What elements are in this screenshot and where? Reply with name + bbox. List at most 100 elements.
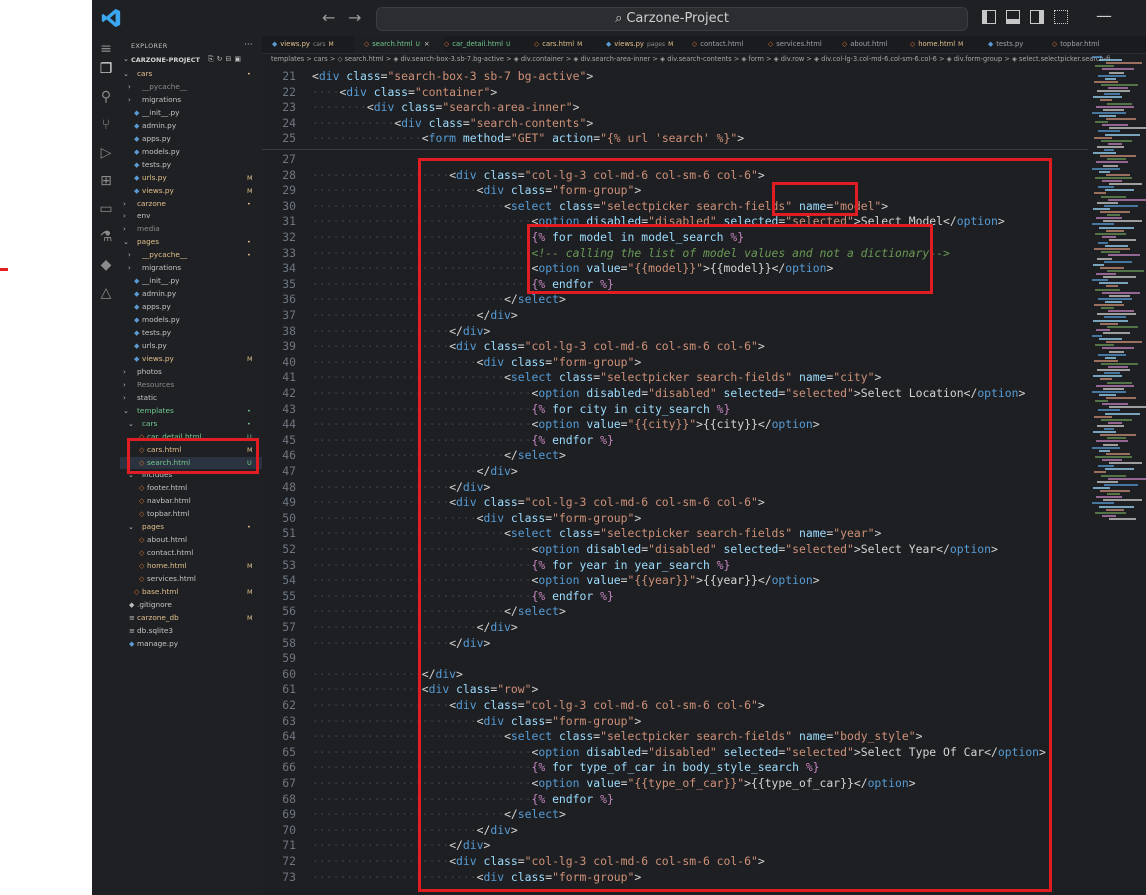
file-item[interactable]: ◆ apps.py: [120, 301, 262, 313]
file-item[interactable]: ◆ models.py: [120, 146, 262, 158]
minimap-stroke: [1100, 266, 1124, 269]
tree-item-label: apps.py: [142, 133, 171, 143]
files-icon[interactable]: ❐: [97, 60, 115, 78]
file-item[interactable]: ≡ db.sqlite3: [120, 625, 262, 637]
remote-explorer-icon[interactable]: ▭: [97, 200, 115, 218]
run-debug-icon[interactable]: ▷: [97, 144, 115, 162]
folder-item[interactable]: › Resources: [120, 379, 262, 391]
folder-item[interactable]: › __pycache__ •: [120, 249, 262, 261]
testing-icon[interactable]: ⚗: [97, 228, 115, 246]
back-arrow-icon[interactable]: ←: [322, 8, 335, 27]
tab-views-py[interactable]: ◆ views.py cars M: [262, 36, 364, 53]
customize-layout-icon[interactable]: [1054, 10, 1068, 24]
tab-home-html[interactable]: ◇ home.html M: [900, 36, 988, 53]
docker-icon[interactable]: ◆: [97, 256, 115, 274]
folder-item[interactable]: › carzone •: [120, 198, 262, 210]
command-center-search[interactable]: ⌕ Carzone-Project: [376, 7, 968, 31]
explorer-actions[interactable]: ⎘↻⊟▣: [208, 55, 244, 64]
file-item[interactable]: ◇ navbar.html: [120, 495, 262, 507]
folder-item[interactable]: ⌄ cars •: [120, 68, 262, 80]
annotation-mark: [0, 268, 8, 271]
file-item[interactable]: ◆ __init__.py: [120, 275, 262, 287]
close-tab-icon[interactable]: ×: [424, 40, 430, 48]
minimap-stroke: [1098, 297, 1132, 300]
tree-item-label: views.py: [142, 185, 174, 195]
file-item[interactable]: ◇ about.html: [120, 534, 262, 546]
tab-path-hint: pages: [646, 41, 666, 48]
folder-item[interactable]: › migrations: [120, 94, 262, 106]
minimap-stroke: [1106, 229, 1124, 232]
file-item[interactable]: ◇ services.html: [120, 573, 262, 585]
folder-item[interactable]: › migrations: [120, 262, 262, 274]
more-actions-icon[interactable]: ···: [244, 40, 253, 50]
tab-topbar-html[interactable]: ◇ topbar.html: [1042, 36, 1122, 53]
toggle-panel-icon[interactable]: [1006, 10, 1020, 24]
folder-item[interactable]: › env: [120, 210, 262, 222]
file-item[interactable]: ◇ home.html M: [120, 560, 262, 572]
minimap[interactable]: [1092, 56, 1146, 556]
file-item[interactable]: ◆ __init__.py: [120, 107, 262, 119]
toggle-primary-sidebar-icon[interactable]: [982, 10, 996, 24]
file-item[interactable]: ◆ .gitignore: [120, 599, 262, 611]
folder-item[interactable]: ⌄ pages •: [120, 521, 262, 533]
file-item[interactable]: ◆ models.py: [120, 314, 262, 326]
file-item[interactable]: ≡ carzone_db M: [120, 612, 262, 624]
file-item[interactable]: ◇ contact.html: [120, 547, 262, 559]
minimize-button[interactable]: —: [1096, 6, 1112, 25]
file-item[interactable]: ◇ footer.html: [120, 482, 262, 494]
folder-item[interactable]: › static: [120, 392, 262, 404]
file-item[interactable]: ◆ urls.py: [120, 340, 262, 352]
tab-car_detail-html[interactable]: ◇ car_detail.html U: [434, 36, 534, 53]
tab-services-html[interactable]: ◇ services.html: [758, 36, 842, 53]
tab-path-hint: cars: [312, 41, 326, 48]
file-item[interactable]: ◇ topbar.html: [120, 508, 262, 520]
tab-cars-html[interactable]: ◇ cars.html M: [524, 36, 606, 53]
minimap-stroke: [1101, 251, 1120, 254]
minimap-stroke: [1109, 517, 1136, 520]
tab-contact-html[interactable]: ◇ contact.html: [682, 36, 768, 53]
project-header[interactable]: ⌄ CARZONE-PROJECT ⎘↻⊟▣: [120, 55, 262, 66]
extensions-icon[interactable]: ⊞: [97, 172, 115, 190]
source-control-icon[interactable]: ⑂: [97, 116, 115, 134]
breadcrumb[interactable]: templates > cars > ◇ search.html > ◈ div…: [271, 55, 1110, 63]
line-number: 62: [282, 698, 296, 712]
tree-item-label: contact.html: [147, 548, 194, 558]
folder-item[interactable]: ⌄ templates •: [120, 405, 262, 417]
line-number: 45: [282, 432, 296, 447]
line-number: 54: [282, 573, 296, 588]
search-icon[interactable]: ⚲: [97, 88, 115, 106]
tree-item-label: tests.py: [142, 159, 172, 169]
git-status-badge: M: [247, 186, 253, 195]
file-item[interactable]: ◆ views.py M: [120, 185, 262, 197]
file-item[interactable]: ◆ apps.py: [120, 133, 262, 145]
folder-item[interactable]: › media: [120, 223, 262, 235]
tab-search-html[interactable]: ◇ search.html U ×: [354, 36, 444, 53]
forward-arrow-icon[interactable]: →: [348, 8, 361, 27]
azure-icon[interactable]: △: [97, 284, 115, 302]
file-item[interactable]: ◆ tests.py: [120, 159, 262, 171]
file-item[interactable]: ◆ views.py M: [120, 353, 262, 365]
html-file-icon: ◇: [139, 549, 145, 558]
line-number: 21: [282, 69, 296, 83]
file-item[interactable]: ◆ urls.py M: [120, 172, 262, 184]
html-file-icon: ◇: [139, 562, 145, 571]
folder-item[interactable]: › photos: [120, 366, 262, 378]
folder-item[interactable]: ⌄ pages •: [120, 236, 262, 248]
tab-views-py[interactable]: ◆ views.py pages M: [596, 36, 692, 53]
file-item[interactable]: ◆ manage.py: [120, 638, 262, 650]
file-item[interactable]: ◆ admin.py: [120, 120, 262, 132]
toggle-secondary-sidebar-icon[interactable]: [1030, 10, 1044, 24]
file-item[interactable]: ◇ base.html M: [120, 586, 262, 598]
folder-item[interactable]: ⌄ cars •: [120, 418, 262, 430]
file-item[interactable]: ◆ admin.py: [120, 288, 262, 300]
tab-tests-py[interactable]: ◆ tests.py: [978, 36, 1052, 53]
minimap-stroke: [1098, 186, 1114, 189]
minimap-stroke: [1096, 440, 1128, 443]
tab-about-html[interactable]: ◇ about.html: [832, 36, 910, 53]
minimap-stroke: [1101, 362, 1138, 365]
minimap-stroke: [1103, 443, 1118, 446]
menu-icon[interactable]: ≡: [97, 40, 115, 58]
tree-item-label: __pycache__: [142, 81, 188, 91]
folder-item[interactable]: › __pycache__: [120, 81, 262, 93]
file-item[interactable]: ◆ tests.py: [120, 327, 262, 339]
